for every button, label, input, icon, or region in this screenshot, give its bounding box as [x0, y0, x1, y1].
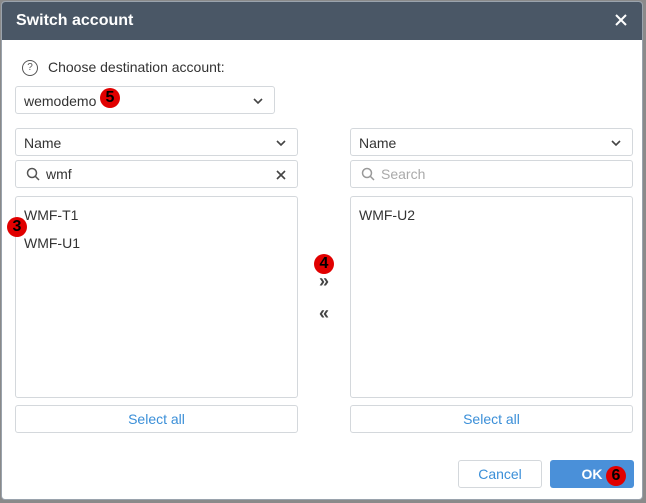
annotation-badge-3: 3	[7, 217, 27, 237]
right-select-all-button[interactable]: Select all	[350, 405, 633, 433]
chevron-down-icon	[276, 140, 286, 147]
left-search-input[interactable]: wmf	[15, 160, 298, 188]
ok-button-label: OK	[581, 466, 603, 482]
left-select-all-button[interactable]: Select all	[15, 405, 298, 433]
right-sort-value: Name	[359, 135, 397, 151]
right-search-input[interactable]: Search	[350, 160, 633, 188]
annotation-badge-6: 6	[606, 466, 626, 486]
clear-icon[interactable]	[275, 169, 287, 181]
move-left-button[interactable]: «	[312, 304, 336, 322]
destination-account-select[interactable]: wemodemo	[15, 86, 275, 114]
destination-account-value: wemodemo	[24, 93, 97, 109]
close-icon[interactable]	[612, 11, 630, 29]
cancel-button[interactable]: Cancel	[458, 460, 542, 488]
right-sort-select[interactable]: Name	[350, 128, 633, 156]
search-icon	[361, 167, 375, 181]
right-search-placeholder: Search	[381, 166, 426, 182]
dialog-titlebar: Switch account	[2, 2, 642, 40]
help-icon[interactable]: ?	[22, 60, 38, 76]
list-item[interactable]: WMF-T1	[24, 207, 78, 223]
list-item[interactable]: WMF-U1	[24, 235, 80, 251]
list-item[interactable]: WMF-U2	[359, 207, 415, 223]
left-sort-value: Name	[24, 135, 62, 151]
left-search-value: wmf	[46, 166, 72, 182]
search-icon	[26, 167, 40, 181]
chevron-down-icon	[253, 98, 263, 105]
dialog-title: Switch account	[16, 12, 134, 29]
move-right-button[interactable]: »	[312, 272, 336, 290]
right-account-list: WMF-U2	[350, 196, 633, 398]
chevron-down-icon	[611, 140, 621, 147]
left-account-list: WMF-T1 WMF-U1	[15, 196, 298, 398]
left-sort-select[interactable]: Name	[15, 128, 298, 156]
annotation-badge-5: 5	[100, 88, 120, 108]
switch-account-dialog: Switch account ? Choose destination acco…	[1, 1, 643, 500]
destination-account-label: Choose destination account:	[48, 59, 225, 75]
